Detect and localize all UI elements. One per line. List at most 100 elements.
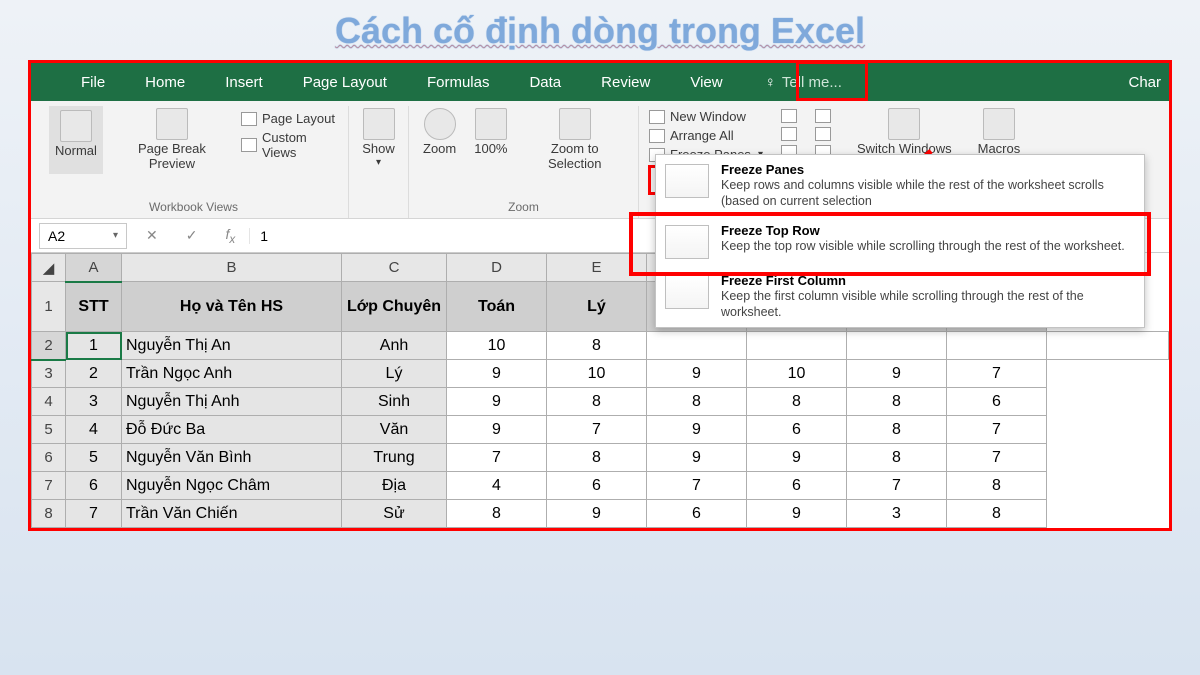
new-window-button[interactable]: New Window [649,108,763,125]
cell[interactable]: Văn [342,416,447,444]
cell[interactable]: 7 [647,472,747,500]
cell[interactable]: 10 [547,360,647,388]
cell[interactable]: Nguyễn Văn Bình [122,444,342,472]
freeze-top-row-item[interactable]: Freeze Top RowKeep the top row visible w… [656,216,1144,266]
freeze-panes-item[interactable]: Freeze PanesKeep rows and columns visibl… [656,155,1144,216]
cell[interactable]: 4 [447,472,547,500]
zoom-selection-button[interactable]: Zoom to Selection [521,106,628,174]
cell[interactable]: 2 [66,360,122,388]
row-header[interactable]: 1 [32,282,66,332]
cell[interactable]: 8 [547,444,647,472]
hdr-cell[interactable]: STT [66,282,122,332]
cell[interactable]: Lý [342,360,447,388]
cell[interactable]: 8 [847,416,947,444]
cell[interactable] [647,332,747,360]
hdr-cell[interactable]: Toán [447,282,547,332]
cell[interactable]: 6 [547,472,647,500]
tab-file[interactable]: File [61,74,125,91]
cell[interactable]: Sinh [342,388,447,416]
cell[interactable]: 8 [447,500,547,528]
row-header[interactable]: 5 [32,416,66,444]
freeze-first-col-item[interactable]: Freeze First ColumnKeep the first column… [656,266,1144,327]
cell[interactable]: 6 [66,472,122,500]
cell[interactable]: 3 [66,388,122,416]
row-header[interactable]: 4 [32,388,66,416]
cell[interactable]: 9 [647,444,747,472]
name-box[interactable]: A2▾ [39,223,127,249]
cell[interactable]: 7 [947,360,1047,388]
cell[interactable]: 8 [947,472,1047,500]
cell[interactable] [747,332,847,360]
page-break-button[interactable]: Page Break Preview [113,106,231,174]
hdr-cell[interactable]: Họ và Tên HS [122,282,342,332]
cell[interactable]: 9 [447,360,547,388]
tab-data[interactable]: Data [509,74,581,91]
cell[interactable]: 9 [847,360,947,388]
tab-home[interactable]: Home [125,74,205,91]
row-header[interactable]: 8 [32,500,66,528]
cell[interactable]: 8 [547,388,647,416]
row-header[interactable]: 6 [32,444,66,472]
cell[interactable]: Nguyễn Thị Anh [122,388,342,416]
side-by-side-button[interactable] [815,108,831,124]
row-header[interactable]: 2 [32,332,66,360]
split-button[interactable] [781,108,797,124]
hdr-cell[interactable]: Lớp Chuyên [342,282,447,332]
custom-views-button[interactable]: Custom Views [241,129,338,161]
cell[interactable]: Trung [342,444,447,472]
cell[interactable] [1047,332,1169,360]
cell[interactable]: 9 [547,500,647,528]
cell[interactable]: 8 [547,332,647,360]
cell[interactable]: 1 [66,332,122,360]
cell[interactable]: Trần Ngọc Anh [122,360,342,388]
cell[interactable]: Địa [342,472,447,500]
col-header[interactable]: B [122,254,342,282]
cell[interactable]: 7 [447,444,547,472]
cell[interactable]: 7 [547,416,647,444]
corner-cell[interactable]: ◢ [32,254,66,282]
cell[interactable]: 7 [66,500,122,528]
cell[interactable]: 8 [647,388,747,416]
cell[interactable]: 6 [747,472,847,500]
cell[interactable]: 9 [647,360,747,388]
cell[interactable]: 7 [947,444,1047,472]
cell[interactable]: Trần Văn Chiến [122,500,342,528]
cell[interactable]: 8 [847,444,947,472]
show-button[interactable]: Show ▾ [359,106,398,170]
arrange-all-button[interactable]: Arrange All [649,127,763,144]
cell[interactable]: 6 [747,416,847,444]
tab-view[interactable]: View [670,74,742,91]
cell[interactable]: Anh [342,332,447,360]
cell[interactable]: 10 [747,360,847,388]
cell[interactable]: 8 [847,388,947,416]
zoom-button[interactable]: Zoom [419,106,460,174]
fx-button[interactable]: fx [211,226,249,246]
sync-scroll-button[interactable] [815,126,831,142]
cell[interactable]: Nguyễn Thị An [122,332,342,360]
cancel-fx-button[interactable]: ✕ [132,227,172,244]
cell[interactable]: 7 [847,472,947,500]
cell[interactable]: 9 [447,388,547,416]
cell[interactable]: 10 [447,332,547,360]
cell[interactable]: 8 [947,500,1047,528]
row-header[interactable]: 7 [32,472,66,500]
row-header[interactable]: 3 [32,360,66,388]
zoom-100-button[interactable]: 100% [470,106,511,174]
col-header[interactable]: A [66,254,122,282]
cell[interactable]: 9 [447,416,547,444]
cell[interactable]: 4 [66,416,122,444]
cell[interactable]: 9 [747,444,847,472]
tab-formulas[interactable]: Formulas [407,74,510,91]
cell[interactable] [947,332,1047,360]
col-header[interactable]: C [342,254,447,282]
hide-button[interactable] [781,126,797,142]
cell[interactable]: 6 [647,500,747,528]
tab-page-layout[interactable]: Page Layout [283,74,407,91]
cell[interactable] [847,332,947,360]
cell[interactable]: 5 [66,444,122,472]
page-layout-button[interactable]: Page Layout [241,110,338,127]
cell[interactable]: Nguyễn Ngọc Châm [122,472,342,500]
normal-button[interactable]: Normal [49,106,103,174]
tell-me[interactable]: ♀ Tell me... [765,74,842,91]
cell[interactable]: 9 [647,416,747,444]
